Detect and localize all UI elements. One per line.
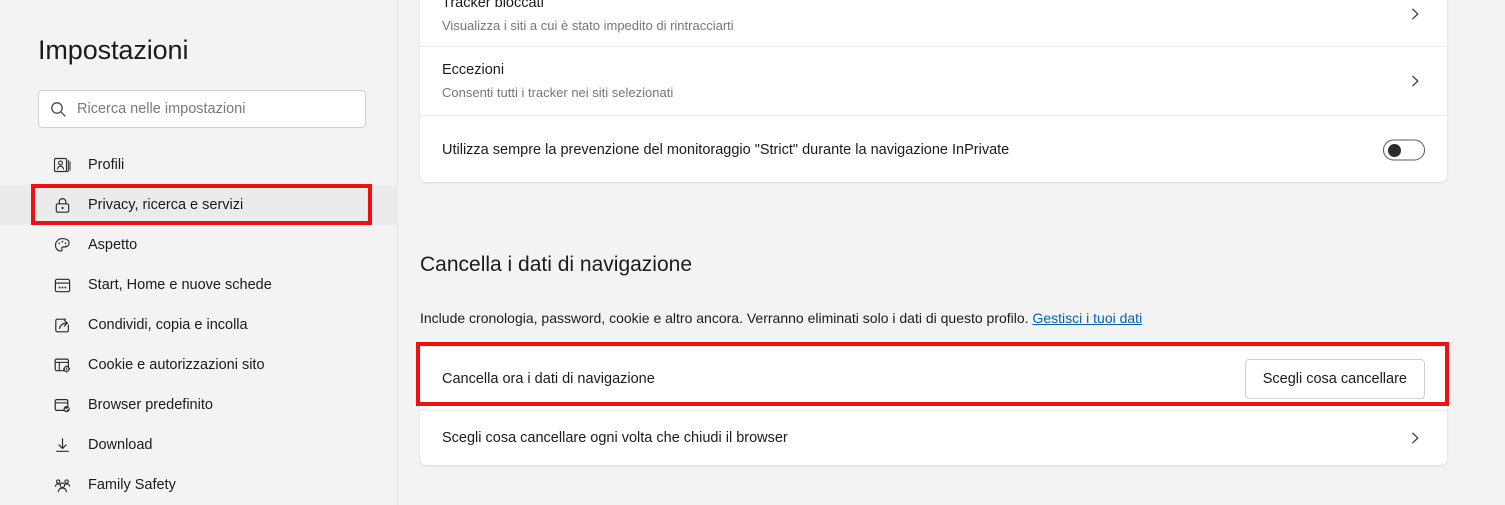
inprivate-strict-toggle[interactable] <box>1383 139 1425 161</box>
chevron-right-icon <box>1407 430 1423 446</box>
sidebar-item-start-home-e-nuove-schede[interactable]: Start, Home e nuove schede <box>0 265 398 305</box>
row-title: Scegli cosa cancellare ogni volta che ch… <box>442 430 788 446</box>
sidebar-item-label: Profili <box>88 157 125 173</box>
lock-icon <box>52 195 72 215</box>
sidebar-item-label: Download <box>88 437 153 453</box>
chevron-right-icon <box>1407 6 1423 22</box>
row-tracker-bloccati[interactable]: Tracker bloccati Visualizza i siti a cui… <box>420 0 1447 46</box>
chevron-right-icon <box>1407 73 1423 89</box>
tracking-prevention-card: Tracker bloccati Visualizza i siti a cui… <box>420 0 1447 182</box>
browser-check-icon <box>52 395 72 415</box>
sidebar-nav-list: Profili Privacy, ricerca e servizi Aspet… <box>0 145 398 505</box>
palette-icon <box>52 235 72 255</box>
row-title: Eccezioni <box>442 62 505 78</box>
download-icon <box>52 435 72 455</box>
family-group-icon <box>52 475 72 495</box>
sidebar-item-profili[interactable]: Profili <box>0 145 398 185</box>
row-inprivate-strict[interactable]: Utilizza sempre la prevenzione del monit… <box>420 116 1447 184</box>
sidebar-item-aspetto[interactable]: Aspetto <box>0 225 398 265</box>
row-subtitle: Consenti tutti i tracker nei siti selezi… <box>442 85 674 100</box>
sidebar-item-family-safety[interactable]: Family Safety <box>0 465 398 505</box>
row-cancella-ora[interactable]: Cancella ora i dati di navigazione Scegl… <box>420 347 1447 410</box>
row-eccezioni[interactable]: Eccezioni Consenti tutti i tracker nei s… <box>420 47 1447 115</box>
row-title: Tracker bloccati <box>442 0 544 11</box>
sidebar-item-cookie-e-autorizzazioni-sito[interactable]: Cookie e autorizzazioni sito <box>0 345 398 385</box>
sidebar-item-privacy-ricerca-e-servizi[interactable]: Privacy, ricerca e servizi <box>0 185 398 225</box>
section-heading: Cancella i dati di navigazione <box>420 253 693 276</box>
row-title: Utilizza sempre la prevenzione del monit… <box>442 142 1010 158</box>
sidebar-item-download[interactable]: Download <box>0 425 398 465</box>
choose-what-to-clear-button[interactable]: Scegli cosa cancellare <box>1244 358 1425 399</box>
manage-data-link[interactable]: Gestisci i tuoi dati <box>1032 310 1142 326</box>
section-description: Include cronologia, password, cookie e a… <box>420 308 1142 328</box>
sidebar-item-label: Family Safety <box>88 477 176 493</box>
sidebar-item-label: Browser predefinito <box>88 397 213 413</box>
sidebar-item-label: Cookie e autorizzazioni sito <box>88 357 265 373</box>
new-tab-icon <box>52 275 72 295</box>
search-icon <box>39 101 77 118</box>
clear-browsing-data-card: Cancella ora i dati di navigazione Scegl… <box>420 347 1447 465</box>
settings-page: Impostazioni P <box>0 0 1505 505</box>
settings-main-content: Tracker bloccati Visualizza i siti a cui… <box>398 0 1505 505</box>
settings-search-box[interactable] <box>38 90 366 128</box>
row-title: Cancella ora i dati di navigazione <box>442 370 655 387</box>
search-input[interactable] <box>77 101 347 117</box>
profile-card-icon <box>52 155 72 175</box>
sidebar-item-condividi-copia-e-incolla[interactable]: Condividi, copia e incolla <box>0 305 398 345</box>
section-description-text: Include cronologia, password, cookie e a… <box>420 310 1029 326</box>
toggle-knob <box>1388 143 1401 157</box>
sidebar-item-label: Privacy, ricerca e servizi <box>88 197 244 213</box>
row-subtitle: Visualizza i siti a cui è stato impedito… <box>442 18 734 33</box>
sidebar-item-label: Condividi, copia e incolla <box>88 317 248 333</box>
cookie-gear-icon <box>52 355 72 375</box>
sidebar-item-label: Aspetto <box>88 237 138 253</box>
share-icon <box>52 315 72 335</box>
settings-sidebar: Impostazioni P <box>0 0 398 505</box>
sidebar-item-label: Start, Home e nuove schede <box>88 277 272 293</box>
row-cancella-alla-chiusura[interactable]: Scegli cosa cancellare ogni volta che ch… <box>420 411 1447 465</box>
sidebar-item-browser-predefinito[interactable]: Browser predefinito <box>0 385 398 425</box>
page-title: Impostazioni <box>38 35 189 65</box>
